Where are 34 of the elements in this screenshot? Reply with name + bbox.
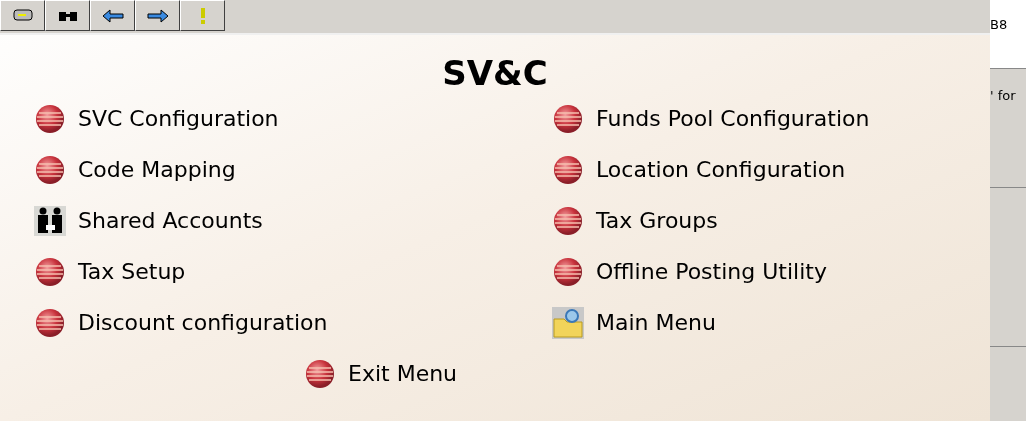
striped-ball-icon <box>553 256 583 287</box>
side-text: B8 <box>990 17 1008 32</box>
folder-icon <box>552 306 584 339</box>
striped-ball-icon <box>553 205 583 236</box>
toolbar-button[interactable] <box>180 0 225 31</box>
exclamation-icon <box>198 7 207 24</box>
page-title: SV&C <box>442 53 548 93</box>
menu-link[interactable]: Tax Groups <box>596 204 718 237</box>
striped-ball-icon <box>553 103 583 134</box>
binoculars-icon <box>57 9 78 22</box>
menu-link[interactable]: Code Mapping <box>78 153 236 186</box>
striped-ball-icon <box>35 103 65 134</box>
menu-link[interactable]: Main Menu <box>596 306 716 339</box>
toolbar-button[interactable] <box>135 0 180 31</box>
menu-link[interactable]: Tax Setup <box>78 255 186 288</box>
left-arrow-icon <box>100 8 125 23</box>
menu-link[interactable]: Offline Posting Utility <box>596 255 827 288</box>
striped-ball-icon <box>35 154 65 185</box>
toolbar-button[interactable] <box>90 0 135 31</box>
menu-link[interactable]: Location Configuration <box>596 153 846 186</box>
striped-ball-icon <box>305 358 335 389</box>
menu-link[interactable]: SVC Configuration <box>78 102 279 135</box>
menu-link[interactable]: Exit Menu <box>348 357 458 390</box>
striped-ball-icon <box>35 307 65 338</box>
side-text: ' for <box>990 88 1016 103</box>
striped-ball-icon <box>553 154 583 185</box>
toolbar-button[interactable] <box>45 0 90 31</box>
striped-ball-icon <box>35 256 65 287</box>
people-icon <box>34 205 66 236</box>
menu-link[interactable]: Discount configuration <box>78 306 328 339</box>
menu-link[interactable]: Funds Pool Configuration <box>596 102 870 135</box>
right-arrow-icon <box>145 8 170 23</box>
toolbar-button[interactable] <box>0 0 45 31</box>
menu-link[interactable]: Shared Accounts <box>78 204 263 237</box>
